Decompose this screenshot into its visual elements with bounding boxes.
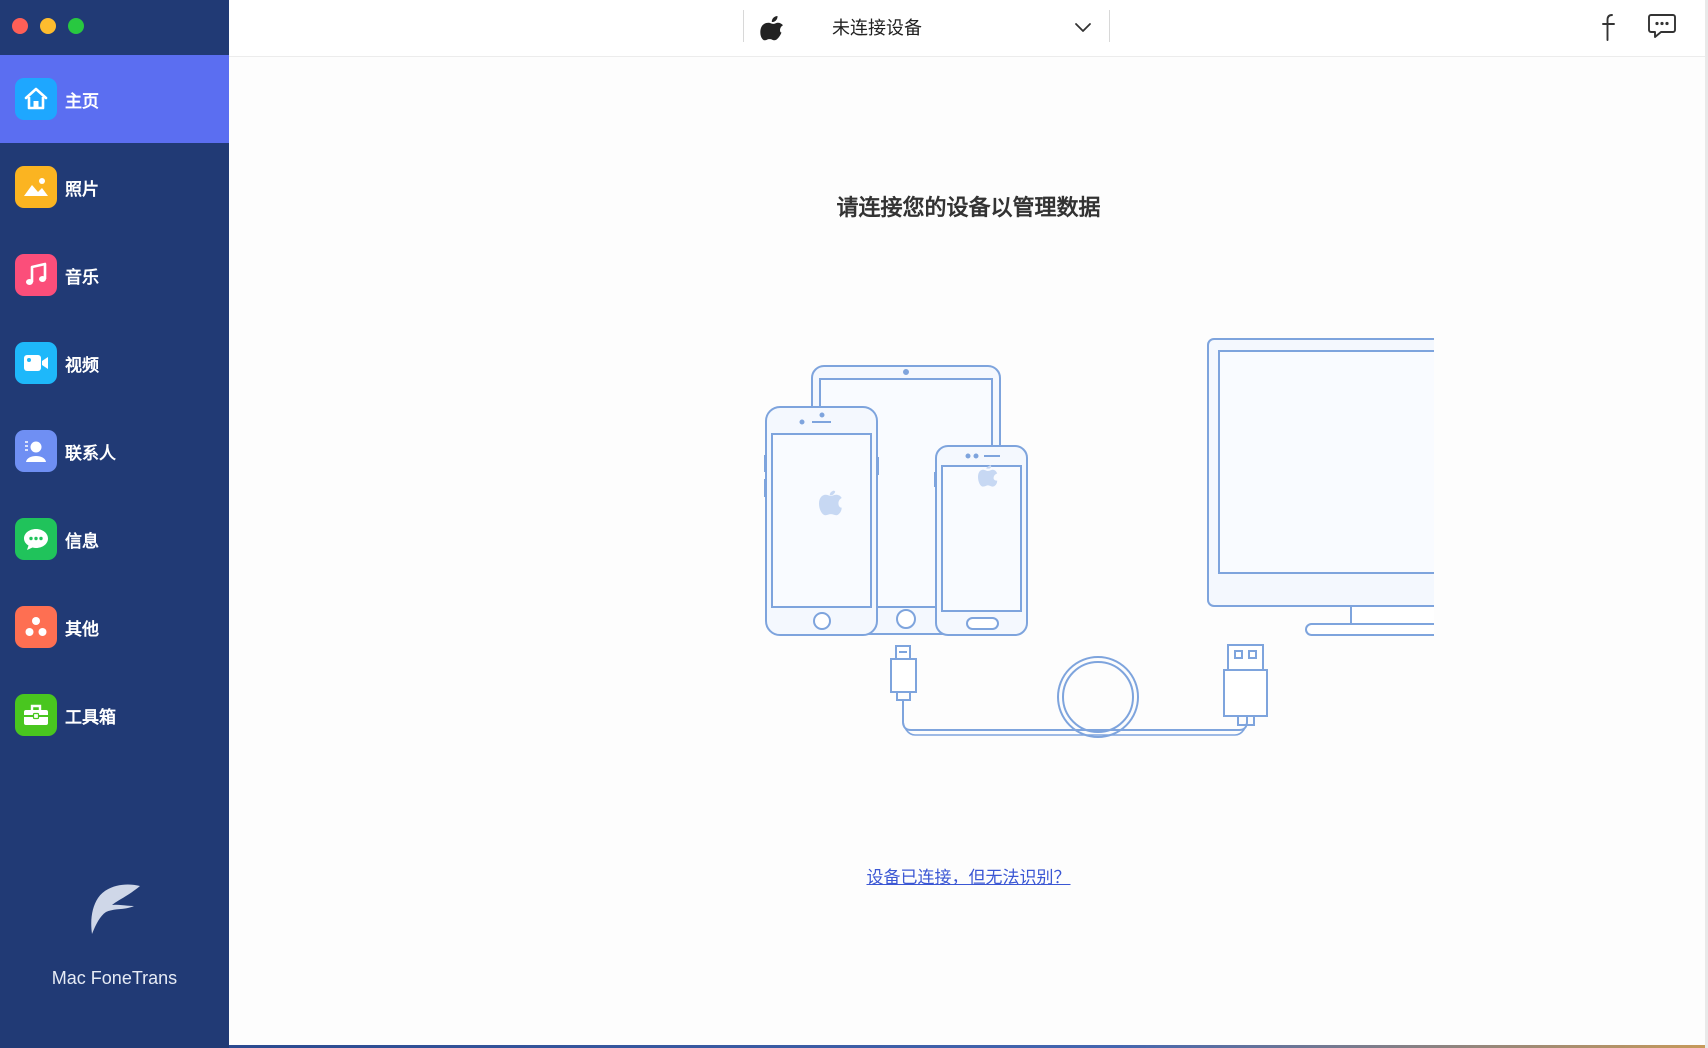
window-controls [12,18,84,34]
sidebar-item-label: 主页 [65,91,99,112]
connect-device-illustration [534,277,1632,761]
sidebar-item-video[interactable]: 视频 [0,319,229,407]
sidebar-nav: 主页 照片 音乐 视频 联系人 信息 其他 工具箱 [0,55,229,759]
minimize-window-button[interactable] [40,18,56,34]
app-name: Mac FoneTrans [51,968,178,988]
toolbox-icon [15,694,57,736]
sidebar: 主页 照片 音乐 视频 联系人 信息 其他 工具箱 Mac FoneTrans [0,0,229,1048]
feedback-chat-icon[interactable] [1647,12,1677,44]
home-icon [15,78,57,120]
sidebar-item-contacts[interactable]: 联系人 [0,407,229,495]
sidebar-item-photos[interactable]: 照片 [0,143,229,231]
sidebar-item-label: 其他 [65,619,99,640]
message-icon [15,518,57,560]
sidebar-item-label: 视频 [65,355,99,376]
contacts-icon [15,430,57,472]
facebook-icon[interactable] [1600,12,1618,46]
others-icon [15,606,57,648]
photo-icon [15,166,57,208]
sidebar-item-music[interactable]: 音乐 [0,231,229,319]
device-not-recognized-link[interactable]: 设备已连接，但无法识别？ [229,863,1708,888]
zoom-window-button[interactable] [68,18,84,34]
sidebar-item-label: 信息 [65,531,99,552]
page-title: 请连接您的设备以管理数据 [836,196,1101,221]
top-bar: 未连接设备 [229,0,1708,57]
sidebar-item-label: 工具箱 [65,707,116,728]
chevron-down-icon[interactable] [1074,19,1092,38]
apple-icon [760,13,784,45]
device-selector[interactable]: 未连接设备 [743,10,1110,42]
app-logo [0,880,229,948]
video-icon [15,342,57,384]
music-icon [15,254,57,296]
sidebar-item-home[interactable]: 主页 [0,55,229,143]
main-content: 请连接您的设备以管理数据 设备已连接，但无法识别？ [229,57,1708,1048]
sidebar-item-toolbox[interactable]: 工具箱 [0,671,229,759]
sidebar-item-label: 音乐 [65,267,99,288]
sidebar-item-messages[interactable]: 信息 [0,495,229,583]
sidebar-item-label: 联系人 [65,443,116,464]
sidebar-item-others[interactable]: 其他 [0,583,229,671]
close-window-button[interactable] [12,18,28,34]
device-status: 未连接设备 [832,18,922,39]
app-window: 主页 照片 音乐 视频 联系人 信息 其他 工具箱 Mac FoneTrans … [0,0,1708,1048]
sidebar-item-label: 照片 [65,179,99,200]
